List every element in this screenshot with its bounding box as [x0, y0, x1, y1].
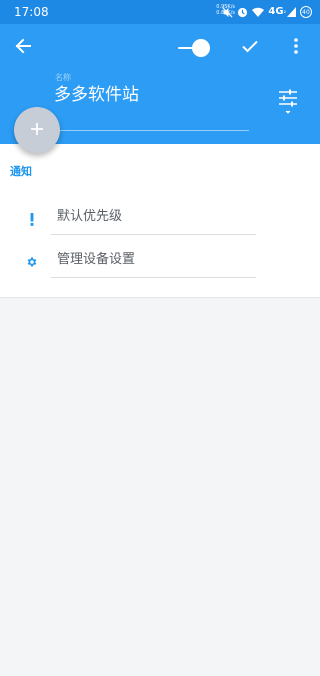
wifi-icon: [252, 3, 265, 22]
check-icon: [241, 37, 259, 59]
name-field[interactable]: 多多软件站: [53, 84, 250, 108]
signal-icon: 4G ²: [268, 7, 296, 17]
toggle-knob: [192, 39, 210, 57]
gear-icon: [24, 254, 40, 270]
list-item-default-priority[interactable]: 默认优先级: [0, 201, 320, 241]
battery-icon: 40: [300, 6, 312, 18]
name-field-label: 名称: [55, 73, 71, 82]
more-vertical-icon: [293, 38, 299, 58]
tune-button[interactable]: [272, 84, 304, 124]
row-divider: [51, 277, 256, 278]
notifications-section-title: 通知: [10, 165, 32, 178]
default-priority-label: 默认优先级: [57, 209, 123, 224]
more-options-button[interactable]: [280, 32, 312, 64]
name-field-underline: [53, 130, 249, 131]
save-button[interactable]: [234, 32, 266, 64]
enable-toggle[interactable]: [178, 38, 212, 58]
exclamation-icon: [24, 211, 40, 227]
network-sub: ²: [283, 10, 286, 17]
add-fab-button[interactable]: [14, 107, 60, 153]
back-button[interactable]: [7, 32, 39, 64]
status-time: 17:08: [14, 5, 49, 19]
plus-icon: [30, 121, 44, 140]
arrow-left-icon: [14, 37, 32, 59]
mute-icon: [222, 3, 233, 22]
status-bar: 17:08 0.95K/s 0.83K/s 4G ² 40: [0, 0, 320, 24]
tune-sliders-icon: [278, 88, 298, 120]
list-item-device-settings[interactable]: 管理设备设置: [0, 244, 320, 284]
network-type: 4G: [268, 6, 284, 17]
row-divider: [51, 234, 256, 235]
status-icons: 4G ² 40: [222, 4, 312, 20]
alarm-icon: [237, 3, 248, 22]
device-settings-label: 管理设备设置: [57, 252, 136, 267]
